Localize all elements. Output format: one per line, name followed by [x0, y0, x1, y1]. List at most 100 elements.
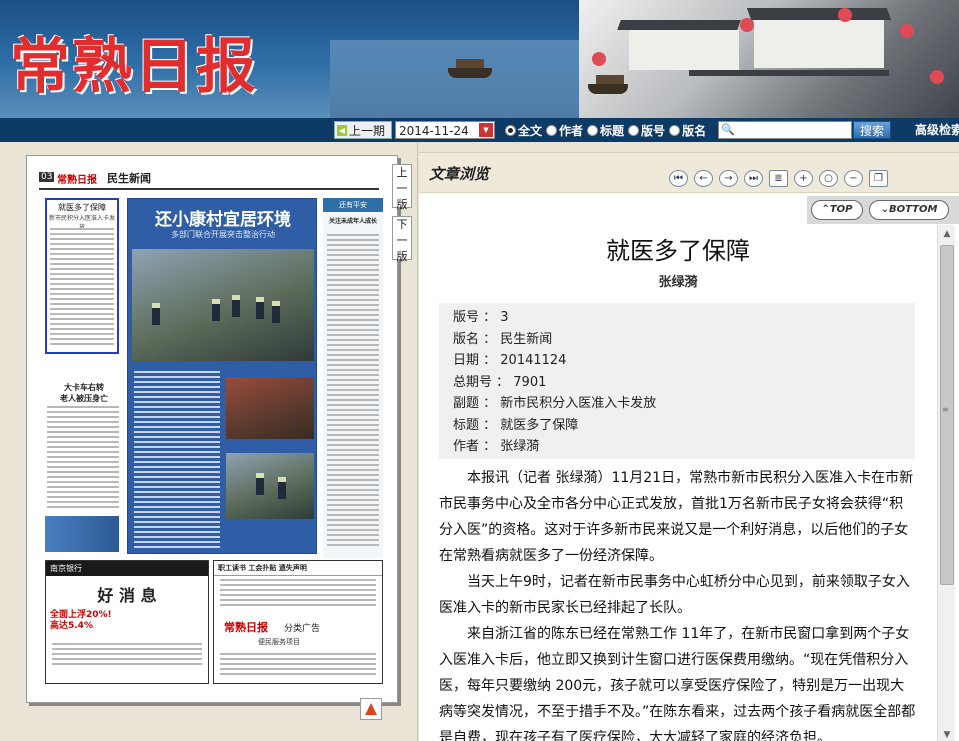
ad-banner[interactable] [45, 516, 119, 552]
last-page-icon[interactable]: ⏭ [744, 170, 763, 187]
scroll-thumb[interactable] [940, 245, 954, 585]
meta-row: 总期号 ： 7901 [453, 374, 547, 390]
first-page-icon[interactable]: ⏮ [669, 170, 688, 187]
notice-logo: 常熟日报 [224, 621, 268, 634]
plum-blossom-icon [930, 70, 944, 84]
plum-blossom-icon [740, 18, 754, 32]
paragraph: 来自浙江省的陈东已经在常熟工作 11年了，在新市民窗口拿到两个子女入医准入卡后，… [439, 626, 916, 741]
text-lines [50, 228, 114, 348]
meta-row: 版名 ： 民生新闻 [453, 331, 553, 347]
article-toolbar: ⏮ ← → ⏭ ≣ + ○ − ❐ [669, 170, 894, 187]
search-button[interactable]: 搜索 [853, 121, 891, 139]
page-number: 03 [39, 172, 55, 182]
page-thumbnail-panel: 03 常熟日报 民生新闻 就医多了保障 新市民积分入医准入卡发放 大卡车右转 老… [0, 142, 418, 741]
top-bottom-bar: ⌃TOP ⌄BOTTOM [807, 196, 959, 224]
list-icon[interactable]: ≣ [769, 170, 788, 187]
scroll-grip-icon: ≡ [942, 405, 949, 414]
bank-advertisement[interactable]: 南京银行 好 消 息 全面上浮20%! 高达5.4% [45, 560, 209, 684]
prev-page-tab[interactable]: 上一版 [392, 164, 412, 211]
newspaper-page[interactable]: 03 常熟日报 民生新闻 就医多了保障 新市民积分入医准入卡发放 大卡车右转 老… [26, 155, 398, 703]
radio-icon[interactable] [505, 124, 516, 136]
meta-row: 版号 ： 3 [453, 310, 509, 325]
article-meta: 版号 ： 3 版名 ： 民生新闻 日期 ： 20141124 总期号 ： 790… [439, 303, 915, 459]
meta-row: 日期 ： 20141124 [453, 353, 567, 368]
radio-icon[interactable] [628, 124, 640, 136]
site-logo[interactable]: 常熟日报 [10, 18, 258, 105]
radio-icon[interactable] [587, 124, 599, 136]
boat [588, 75, 628, 94]
article-area-accident[interactable]: 大卡车右转 老人被压身亡 [49, 382, 119, 404]
highlighted-article-area[interactable]: 就医多了保障 新市民积分入医准入卡发放 [45, 198, 119, 354]
search-icon: 🔍 [721, 123, 735, 136]
article-scrollbar[interactable]: ▲ ≡ ▼ [937, 225, 955, 741]
article-view-title: 文章浏览 [429, 165, 490, 183]
search-zoom-icon[interactable]: ○ [819, 170, 838, 187]
date-select[interactable]: 2014-11-24 ▼ [395, 121, 495, 139]
banner-houses [579, 0, 959, 118]
feature-photo-3 [226, 453, 314, 519]
bank-ad-line: 全面上浮20%! [50, 610, 112, 620]
prev-icon[interactable]: ← [694, 170, 713, 187]
zoom-in-icon[interactable]: + [794, 170, 813, 187]
header-banner: 常熟日报 [0, 0, 959, 118]
highlight-title: 就医多了保障 [58, 203, 106, 212]
search-input[interactable]: 🔍 [718, 121, 852, 139]
side-column-title: 还有平安 [323, 198, 383, 212]
article-content: 就医多了保障 张绿漪 版号 ： 3 版名 ： 民生新闻 日期 ： 2014112… [419, 225, 937, 741]
text-lines [220, 653, 376, 678]
section-name: 民生新闻 [107, 172, 151, 185]
radio-icon[interactable] [546, 124, 558, 136]
left-arrow-icon: ◀ [337, 125, 347, 136]
side-column-head: 关注未成年人成长 [328, 218, 377, 225]
bottom-button[interactable]: ⌄BOTTOM [869, 200, 949, 220]
prev-issue-button[interactable]: ◀ 上一期 [334, 121, 392, 139]
feature-title: 还小康村宜居环境 [155, 210, 291, 230]
page-header: 03 常熟日报 民生新闻 [39, 168, 379, 190]
search-toolbar: ◀ 上一期 2014-11-24 ▼ 全文 作者 标题 版号 版名 🔍 搜索 高… [0, 118, 959, 142]
scroll-down-icon[interactable]: ▼ [941, 730, 953, 740]
next-icon[interactable]: → [719, 170, 738, 187]
radio-page-number[interactable]: 版号 [628, 122, 665, 138]
search-scope-radios: 全文 作者 标题 版号 版名 [505, 122, 710, 138]
article-title: 就医多了保障 [606, 237, 750, 265]
article-area-side-column[interactable]: 还有平安 关注未成年人成长 [323, 198, 383, 558]
text-lines [220, 579, 376, 609]
next-page-tab[interactable]: 下一版 [392, 216, 412, 263]
plum-blossom-icon [592, 52, 606, 66]
top-button[interactable]: ⌃TOP [811, 200, 863, 220]
radio-page-name[interactable]: 版名 [669, 122, 706, 138]
notice-category: 分类广告 [284, 624, 321, 634]
text-lines [52, 643, 202, 668]
text-lines [47, 406, 119, 511]
radio-author[interactable]: 作者 [546, 122, 583, 138]
article-author: 张绿漪 [658, 275, 698, 290]
radio-icon[interactable] [669, 124, 681, 136]
classified-ads-area[interactable]: 职工读书 工会扑贴 遗失声明 常熟日报 分类广告 便民服务项目 [213, 560, 383, 684]
notice-header: 职工读书 工会扑贴 遗失声明 [214, 561, 382, 576]
article-view-header: 文章浏览 ⏮ ← → ⏭ ≣ + ○ − ❐ [419, 153, 959, 193]
feature-subtitle: 多部门联合开展突击整治行动 [171, 230, 275, 239]
dropdown-arrow-icon[interactable]: ▼ [479, 123, 493, 137]
radio-title[interactable]: 标题 [587, 122, 624, 138]
text-lines [134, 371, 220, 551]
plum-blossom-icon [838, 8, 852, 22]
zoom-out-icon[interactable]: − [844, 170, 863, 187]
advanced-search-link[interactable]: 高级检索 [915, 121, 959, 139]
date-value: 2014-11-24 [399, 124, 469, 138]
meta-row: 标题 ： 就医多了保障 [453, 417, 579, 433]
bank-ad-header: 南京银行 [46, 561, 208, 576]
meta-row: 作者 ： 张绿漪 [453, 439, 540, 454]
paragraph: 本报讯（记者 张绿漪）11月21日，常熟市新市民积分入医准入卡在市新市民事务中心… [439, 470, 914, 564]
meta-row: 副题 ： 新市民积分入医准入卡发放 [453, 396, 657, 411]
text-lines [327, 234, 379, 549]
paragraph: 当天上午9时，记者在新市民事务中心虹桥分中心见到，前来领取子女入医准入卡的新市民… [439, 574, 910, 616]
pdf-download-icon[interactable] [360, 698, 382, 720]
radio-fulltext[interactable]: 全文 [505, 122, 542, 138]
article-area-feature[interactable]: 还小康村宜居环境 多部门联合开展突击整治行动 [127, 198, 317, 554]
scroll-up-icon[interactable]: ▲ [941, 229, 953, 239]
article-body: 本报讯（记者 张绿漪）11月21日，常熟市新市民积分入医准入卡在市新市民事务中心… [439, 465, 917, 741]
copy-icon[interactable]: ❐ [869, 170, 888, 187]
bank-ad-title: 好 消 息 [97, 586, 157, 605]
plum-blossom-icon [900, 24, 914, 38]
feature-photo-2 [226, 377, 314, 439]
